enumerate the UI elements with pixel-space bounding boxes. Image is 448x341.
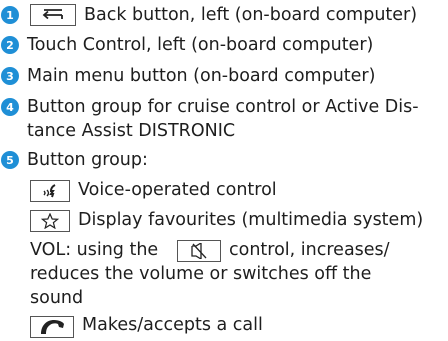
callout-number-3: 3 — [1, 67, 19, 85]
item-2-text: Touch Control, left (on-board computer) — [27, 35, 374, 55]
voice-keycap — [30, 180, 70, 202]
callout-number-4: 4 — [1, 98, 19, 116]
back-button-keycap — [30, 4, 76, 26]
callout-number-1: 1 — [1, 6, 19, 24]
item-4-text-line1: Button group for cruise control or Activ… — [27, 97, 419, 117]
voice-text: Voice-operated control — [78, 180, 277, 200]
back-arrow-icon — [42, 9, 63, 20]
phone-call-icon — [41, 320, 64, 334]
vol-text-prefix: VOL: using the — [30, 240, 159, 260]
callout-number-5: 5 — [1, 151, 19, 169]
item-1-text: Back button, left (on-board computer) — [84, 5, 418, 25]
favourites-keycap — [30, 210, 70, 232]
star-icon — [41, 213, 59, 229]
item-3-text: Main menu button (on-board computer) — [27, 66, 376, 86]
legend-list: 1 Back button, left (on-board computer) … — [0, 0, 448, 341]
item-5-text: Button group: — [27, 150, 148, 170]
vol-text-line3: sound — [30, 288, 84, 308]
vol-text-suffix: control, increases/ — [229, 240, 390, 260]
call-text: Makes/accepts a call — [82, 315, 263, 335]
item-4-text-line2: tance Assist DISTRONIC — [27, 121, 236, 141]
call-keycap — [30, 316, 74, 338]
callout-number-2: 2 — [1, 36, 19, 54]
speaker-mute-icon — [191, 243, 207, 259]
favourites-text: Display favourites (multimedia system) — [78, 210, 424, 230]
vol-text-line2: reduces the volume or switches off the — [30, 264, 372, 284]
voice-control-icon — [43, 184, 56, 198]
volume-keycap — [177, 240, 221, 262]
